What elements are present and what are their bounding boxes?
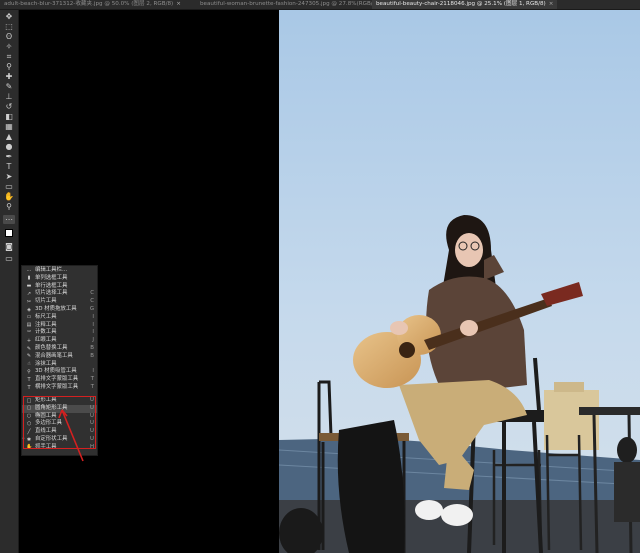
flyout-item-label: 标尺工具 (35, 313, 57, 320)
flyout-item-shortcut: C (90, 298, 94, 305)
flyout-item-icon: ⋯ (26, 267, 32, 274)
flyout-item-label: 单列选框工具 (35, 274, 68, 281)
brush-icon[interactable]: ✎ (3, 82, 15, 91)
flyout-item-shortcut: I (92, 329, 94, 336)
tools-panel: ✥ ⬚ ʘ ✧ ⌗ ⚲ ✚ ✎ ⊥ ↺ ◧ ▦ ▲ ● ✒ T ➤ ▭ ✋ ⚲ … (0, 10, 19, 553)
flyout-item-label: 直排文字蒙版工具 (35, 376, 79, 383)
flyout-item-shortcut: I (92, 368, 94, 375)
flyout-item-icon: ☝ (27, 361, 31, 368)
healing-icon[interactable]: ✚ (3, 72, 15, 81)
type-icon[interactable]: T (3, 162, 15, 171)
lasso-icon[interactable]: ʘ (3, 32, 15, 41)
flyout-item[interactable]: ◈ 3D 材质拖放工具 G (22, 306, 97, 314)
flyout-item-shortcut: T (90, 384, 94, 390)
flyout-item-icon: ✎ (26, 345, 32, 352)
flyout-item[interactable]: ▭ 标尺工具 I (22, 314, 97, 322)
blur-icon[interactable]: ▲ (3, 132, 15, 141)
flyout-item-label: 横排文字蒙版工具 (35, 384, 79, 390)
document-tab-bar: adult-beach-blur-371312-收藏夹.jpg @ 50.0% … (0, 0, 640, 10)
eraser-icon[interactable]: ◧ (3, 112, 15, 121)
colors-icon[interactable] (3, 228, 15, 237)
document-tab-3-active[interactable]: beautiful-beauty-chair-2118046.jpg @ 25.… (372, 0, 558, 9)
shape-icon[interactable]: ▭ (3, 182, 15, 191)
flyout-item-shortcut: G (89, 306, 94, 312)
flyout-item-icon: ▤ (26, 322, 32, 329)
flyout-item[interactable]: ✎ 颜色替换工具 B (22, 345, 97, 353)
document-tab-1[interactable]: adult-beach-blur-371312-收藏夹.jpg @ 50.0% … (0, 0, 185, 9)
flyout-item-icon: ✂ (26, 298, 32, 305)
path-select-icon[interactable]: ➤ (3, 172, 15, 181)
flyout-item-label: 切片工具 (35, 298, 57, 305)
highlight-annotation-box (23, 396, 96, 449)
zoom-icon[interactable]: ⚲ (3, 202, 15, 211)
flyout-item-icon: ✎ (26, 353, 32, 360)
flyout-item-shortcut: J (92, 337, 94, 344)
tab-label: adult-beach-blur-371312-收藏夹.jpg @ 50.0% … (4, 1, 174, 7)
flyout-item-label: 3D 材质拖放工具 (35, 306, 77, 312)
flyout-item-icon: ¹² (26, 329, 31, 336)
flyout-item-icon: T (27, 384, 31, 391)
flyout-item-shortcut: B (90, 352, 94, 359)
flyout-item-icon: ↗ (26, 290, 32, 297)
gradient-icon[interactable]: ▦ (3, 122, 15, 131)
flyout-item[interactable]: ✎ 混合器画笔工具 B (22, 353, 97, 361)
flyout-item[interactable]: ▤ 注释工具 I (22, 322, 97, 330)
photo-image (279, 10, 640, 553)
flyout-item-label: 颜色替换工具 (35, 345, 68, 351)
flyout-item-shortcut: I (92, 321, 94, 328)
close-icon[interactable]: × (549, 1, 554, 7)
marquee-icon[interactable]: ⬚ (3, 22, 15, 31)
flyout-item-icon: ▭ (26, 314, 32, 321)
flyout-item-icon: ⚲ (27, 368, 31, 375)
flyout-item[interactable]: ✂ 切片工具 C (22, 298, 97, 306)
flyout-item-shortcut: T (90, 376, 94, 383)
flyout-item-icon: T (27, 376, 31, 383)
pen-icon[interactable]: ✒ (3, 152, 15, 161)
hand-icon[interactable]: ✋ (3, 192, 15, 201)
flyout-item-icon: ▮ (27, 275, 31, 282)
flyout-item[interactable]: + 红眼工具 J (22, 337, 97, 345)
flyout-item[interactable]: ⋯ 编辑工具栏... (22, 267, 97, 275)
flyout-item[interactable]: T 横排文字蒙版工具 T (22, 384, 97, 392)
more-icon[interactable]: ⋯ (3, 215, 15, 224)
flyout-item-icon: ◈ (27, 306, 31, 313)
flyout-item-shortcut: C (90, 290, 94, 297)
flyout-item-label: 编辑工具栏... (35, 267, 68, 273)
flyout-item[interactable]: T 直排文字蒙版工具 T (22, 376, 97, 384)
dodge-icon[interactable]: ● (3, 142, 15, 151)
flyout-item-shortcut: B (90, 345, 94, 351)
magic-wand-icon[interactable]: ✧ (3, 42, 15, 51)
tab-label: beautiful-beauty-chair-2118046.jpg @ 25.… (376, 1, 546, 7)
screenmode-icon[interactable]: ▭ (3, 254, 15, 263)
flyout-item-icon: + (26, 337, 32, 344)
history-brush-icon[interactable]: ↺ (3, 102, 15, 111)
tab-label: beautiful-woman-brunette-fashion-247305.… (200, 1, 379, 7)
flyout-item[interactable]: ↗ 切片选择工具 C (22, 290, 97, 298)
crop-icon[interactable]: ⌗ (3, 52, 15, 61)
flyout-item[interactable]: ¹² 计数工具 I (22, 329, 97, 337)
stamp-icon[interactable]: ⊥ (3, 92, 15, 101)
quickmask-icon[interactable]: ◙ (3, 242, 15, 251)
move-icon[interactable]: ✥ (3, 12, 15, 21)
flyout-item-shortcut: I (92, 313, 94, 320)
flyout-item[interactable]: ▮ 单列选框工具 (22, 275, 97, 283)
flyout-item-label: 红眼工具 (35, 337, 57, 344)
flyout-item-icon: ▬ (26, 283, 32, 290)
flyout-item-label: 混合器画笔工具 (35, 352, 73, 359)
document-tab-2[interactable]: beautiful-woman-brunette-fashion-247305.… (196, 0, 390, 9)
close-icon[interactable]: × (176, 1, 181, 7)
eyedropper-icon[interactable]: ⚲ (3, 62, 15, 71)
